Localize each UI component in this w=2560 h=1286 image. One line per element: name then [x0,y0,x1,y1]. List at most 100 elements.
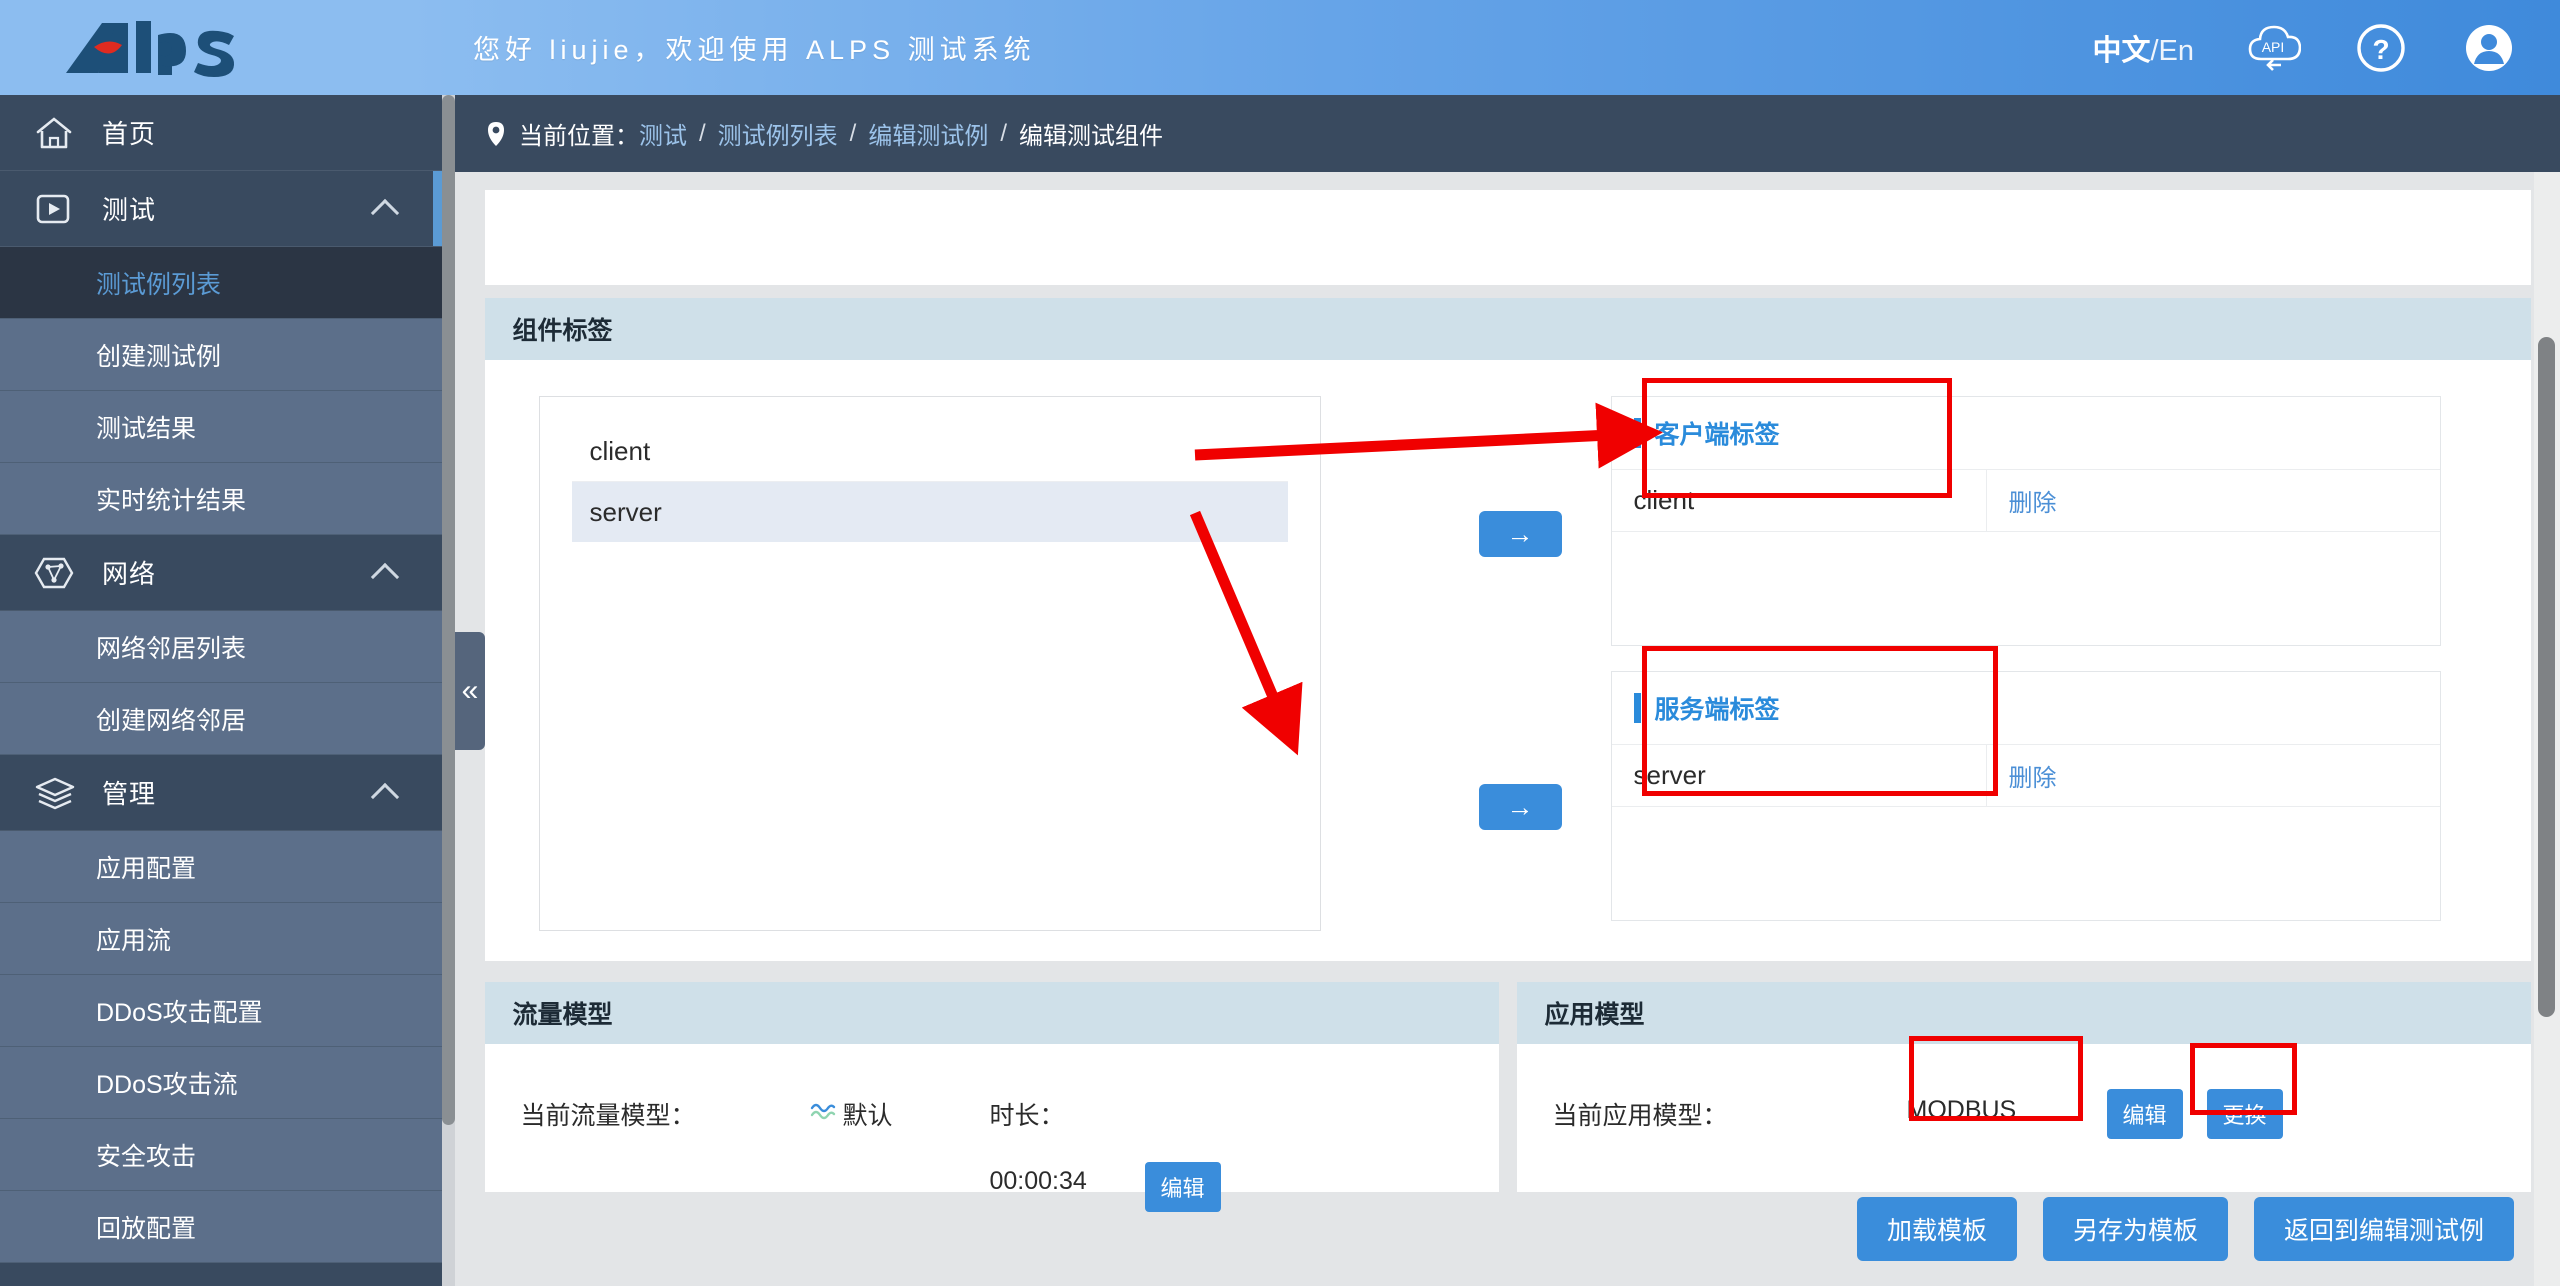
user-avatar-icon[interactable] [2460,19,2518,77]
sidebar-item-test-result[interactable]: 测试结果 [0,391,455,463]
sidebar-sub-label: 创建测试例 [96,342,222,371]
sidebar-sub-label: 测试例列表 [96,270,222,299]
app-model-body: 当前应用模型： MODBUS 编辑 更换 [1517,1044,2531,1192]
source-tag-label: server [589,496,662,527]
sidebar-group-test-label: 测试 [102,195,157,225]
svg-text:API: API [2262,39,2285,55]
server-tag-card: 服务端标签 server 删除 [1610,671,2441,921]
sidebar-group-test[interactable]: 测试 [0,171,455,247]
top-white-strip [484,190,2531,285]
language-cn-label: 中文 [2092,34,2151,67]
server-tag-header: 服务端标签 [1612,672,2440,744]
arrow-right-icon: → [1506,791,1534,822]
language-switch[interactable]: 中文/En [2092,27,2194,69]
app-model-current-label: 当前应用模型： [1552,1102,1728,1130]
app-model-edit-button[interactable]: 编辑 [2106,1089,2183,1139]
move-to-client-button[interactable]: → [1478,511,1562,557]
breadcrumb-item-edit-test-case[interactable]: 编辑测试例 [868,116,988,151]
content-area: 组件标签 client server → → 客户端标签 client 删除 服… [455,172,2560,1286]
source-tag-list[interactable]: client server [538,396,1321,931]
sidebar-sub-label: 创建网络邻居 [96,706,247,735]
server-tag-name: server [1611,745,1987,807]
traffic-model-title: 流量模型 [484,982,1499,1044]
source-tag-label: client [589,436,651,466]
traffic-model-edit-button[interactable]: 编辑 [1144,1162,1221,1212]
active-indicator [433,171,442,246]
sidebar-scrollbar-thumb[interactable] [442,95,455,1125]
sidebar-collapse-handle[interactable]: « [455,632,485,750]
page-root: Alps 您好 liujie，欢迎使用 ALPS 测试系统 中文/En API … [0,0,2560,1286]
play-box-icon [34,190,88,228]
breadcrumb-item-test[interactable]: 测试 [639,116,687,151]
sidebar-sub-label: 回放配置 [96,1214,197,1243]
traffic-duration-value: 00:00:34 [989,1167,1087,1195]
app-model-replace-button[interactable]: 更换 [2206,1089,2283,1139]
sidebar-item-create-test-case[interactable]: 创建测试例 [0,319,455,391]
component-tags-title: 组件标签 [484,298,2531,360]
greeting-text: 您好 liujie，欢迎使用 ALPS 测试系统 [473,35,1036,65]
client-tag-title: 客户端标签 [1654,421,1780,449]
svg-text:?: ? [2372,34,2389,65]
sidebar-group-network-label: 网络 [102,559,157,589]
breadcrumb-prefix: 当前位置： [519,123,639,150]
sidebar-scrollbar[interactable] [442,95,455,1286]
alps-logo[interactable]: Alps [0,0,455,95]
breadcrumb-separator: / [1000,119,1008,147]
network-hex-icon [34,554,88,592]
header-actions: 中文/En API ? [2092,0,2518,95]
target-tag-panels: 客户端标签 client 删除 服务端标签 server 删除 [1610,396,2446,931]
sidebar-item-app-config[interactable]: 应用配置 [0,831,455,903]
component-tags-panel: 组件标签 client server → → 客户端标签 client 删除 服… [484,298,2531,961]
move-to-server-button[interactable]: → [1478,784,1562,830]
tag-transfer: client server → → 客户端标签 client 删除 服务端标签 … [485,360,2531,961]
sidebar-item-ddos-config[interactable]: DDoS攻击配置 [0,975,455,1047]
sidebar-item-app-flow[interactable]: 应用流 [0,903,455,975]
sidebar-sub-label: 实时统计结果 [96,486,247,515]
sidebar-item-create-neighbor[interactable]: 创建网络邻居 [0,683,455,755]
top-header: Alps 您好 liujie，欢迎使用 ALPS 测试系统 中文/En API … [0,0,2560,95]
back-to-edit-test-case-button[interactable]: 返回到编辑测试例 [2253,1197,2514,1261]
sidebar-item-replay-config[interactable]: 回放配置 [0,1191,455,1263]
sidebar-sub-label: 测试结果 [96,414,197,443]
sidebar-item-realtime-stats[interactable]: 实时统计结果 [0,463,455,535]
save-as-template-button[interactable]: 另存为模板 [2042,1197,2228,1261]
sidebar-group-management[interactable]: 管理 [0,755,455,831]
sidebar-item-home[interactable]: 首页 [0,95,455,171]
sidebar-group-network[interactable]: 网络 [0,535,455,611]
sidebar: 首页 测试 测试例列表 创建测试例 测试结果 实时统计结果 网络 网络邻居列表 … [0,95,455,1286]
main-scrollbar-thumb[interactable] [2538,337,2555,1017]
main-scrollbar[interactable] [2534,172,2560,1286]
sidebar-item-test-case-list[interactable]: 测试例列表 [0,247,455,319]
traffic-model-value: 默认 [810,1096,893,1132]
help-circle-icon[interactable]: ? [2352,19,2410,77]
breadcrumb-separator: / [849,119,857,147]
footer-actions: 加载模板 另存为模板 返回到编辑测试例 [1856,1197,2514,1261]
breadcrumb-item-test-case-list[interactable]: 测试例列表 [718,116,838,151]
list-item[interactable]: client [571,422,1288,482]
sidebar-item-neighbor-list[interactable]: 网络邻居列表 [0,611,455,683]
table-row: server 删除 [1611,744,2440,807]
sidebar-sub-label: DDoS攻击流 [96,1070,238,1099]
sidebar-sub-label: 安全攻击 [96,1142,197,1171]
sidebar-item-ddos-flow[interactable]: DDoS攻击流 [0,1047,455,1119]
sidebar-item-security-attack[interactable]: 安全攻击 [0,1119,455,1191]
list-item[interactable]: server [571,482,1288,542]
transfer-buttons: → → [1321,396,1611,931]
client-tag-delete-link[interactable]: 删除 [1986,470,2440,532]
alps-logo-icon [66,20,235,77]
client-tag-name: client [1611,470,1987,532]
breadcrumb-separator: / [699,119,706,147]
arrow-right-icon: → [1506,518,1534,549]
sidebar-sub-label: DDoS攻击配置 [96,998,263,1027]
chevron-up-icon [370,562,400,591]
traffic-duration-label: 时长： [989,1102,1065,1130]
server-tag-delete-link[interactable]: 删除 [1986,745,2440,807]
table-row: client 删除 [1611,469,2440,532]
sidebar-sub-label: 应用流 [96,926,172,955]
api-cloud-icon[interactable]: API [2244,19,2302,77]
client-tag-header: 客户端标签 [1612,397,2440,469]
sidebar-home-label: 首页 [102,119,157,149]
breadcrumb-current: 编辑测试组件 [1019,123,1164,150]
load-template-button[interactable]: 加载模板 [1856,1197,2017,1261]
client-tag-card: 客户端标签 client 删除 [1610,396,2441,646]
